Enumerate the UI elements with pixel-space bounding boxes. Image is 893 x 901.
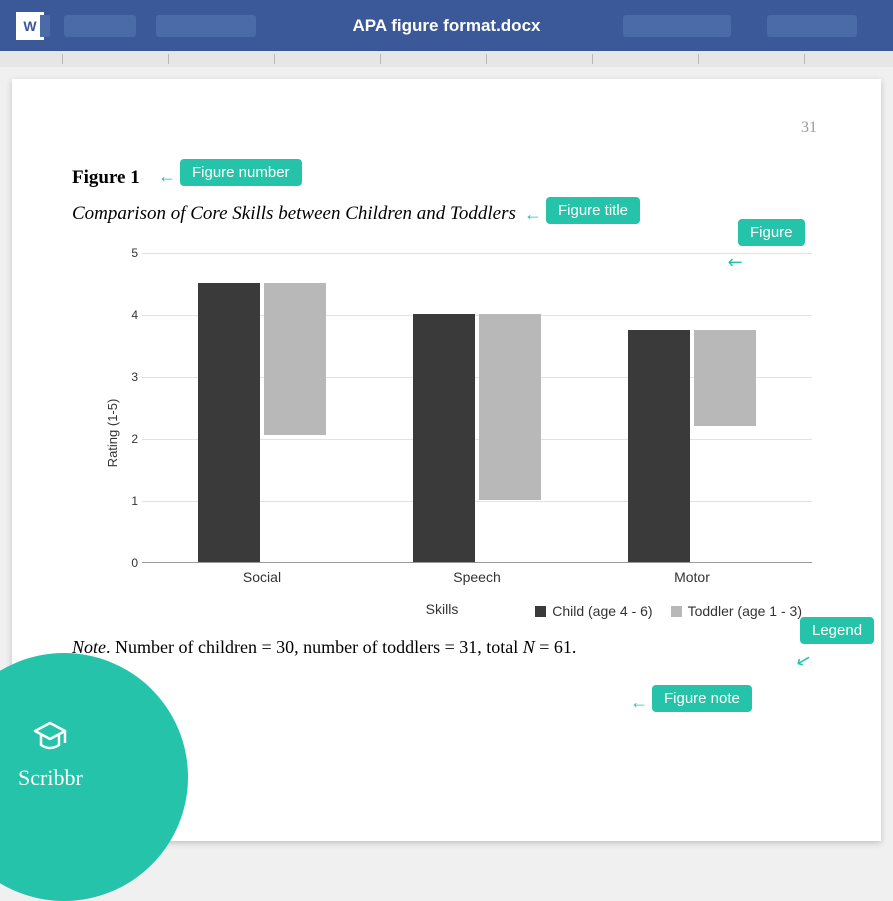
annotation-figure: Figure [738,219,805,246]
chart-ytick: 5 [122,246,138,260]
figure-note-tail: = 61. [535,637,577,657]
chart-ytick: 3 [122,370,138,384]
page-number: 31 [801,119,817,137]
toolbar-placeholder [767,15,857,37]
toolbar-placeholder [156,15,256,37]
chart-ytick: 4 [122,308,138,322]
arrow-left-icon: ← [524,205,542,223]
toolbar-placeholder [64,15,136,37]
scribbr-brand-name: Scribbr [18,765,83,791]
annotation-figure-note: Figure note [652,685,752,712]
chart-bar-group [192,283,332,562]
arrow-diagonal-icon: ↙ [794,649,813,670]
chart-bar [479,314,541,500]
chart-xlabel: Skills [426,601,459,617]
chart-bar [198,283,260,562]
annotation-legend: Legend [800,617,874,644]
chart-plot-area [142,253,812,563]
titlebar: W APA figure format.docx [0,0,893,51]
legend-swatch [671,606,682,617]
legend-swatch [535,606,546,617]
chart-bar [694,330,756,426]
chart-bar [413,314,475,562]
legend-label: Toddler (age 1 - 3) [688,603,802,619]
chart-xtick: Motor [622,569,762,585]
legend-label: Child (age 4 - 6) [552,603,652,619]
figure-note-italic-n: N [523,637,535,657]
chart-ytick: 2 [122,432,138,446]
figure-note-body: . Number of children = 30, number of tod… [106,637,523,657]
scribbr-logo-icon [27,719,73,759]
document-title: APA figure format.docx [353,16,541,36]
chart-ylabel: Rating (1-5) [105,399,120,468]
chart-bar [264,283,326,435]
arrow-left-icon: ← [630,693,648,711]
chart-xtick: Speech [407,569,547,585]
chart-legend: Child (age 4 - 6) Toddler (age 1 - 3) [535,603,802,619]
chart-bar-group [622,330,762,563]
toolbar-placeholder [623,15,731,37]
figure-title: Comparison of Core Skills between Childr… [72,203,821,225]
chart-ytick: 1 [122,494,138,508]
annotation-figure-number: Figure number [180,159,302,186]
chart-ytick: 0 [122,556,138,570]
word-icon: W [16,12,44,40]
arrow-left-icon: ← [158,167,176,185]
chart-legend-item: Child (age 4 - 6) [535,603,652,619]
figure-chart: Rating (1-5) Skills Child (age 4 - 6) Tod… [72,243,812,623]
ruler [0,51,893,67]
annotation-figure-title: Figure title [546,197,640,224]
figure-note: Note. Number of children = 30, number of… [72,637,821,658]
chart-xtick: Social [192,569,332,585]
chart-bar [628,330,690,563]
chart-bar-group [407,314,547,562]
chart-legend-item: Toddler (age 1 - 3) [671,603,802,619]
chart-gridline [142,253,812,254]
